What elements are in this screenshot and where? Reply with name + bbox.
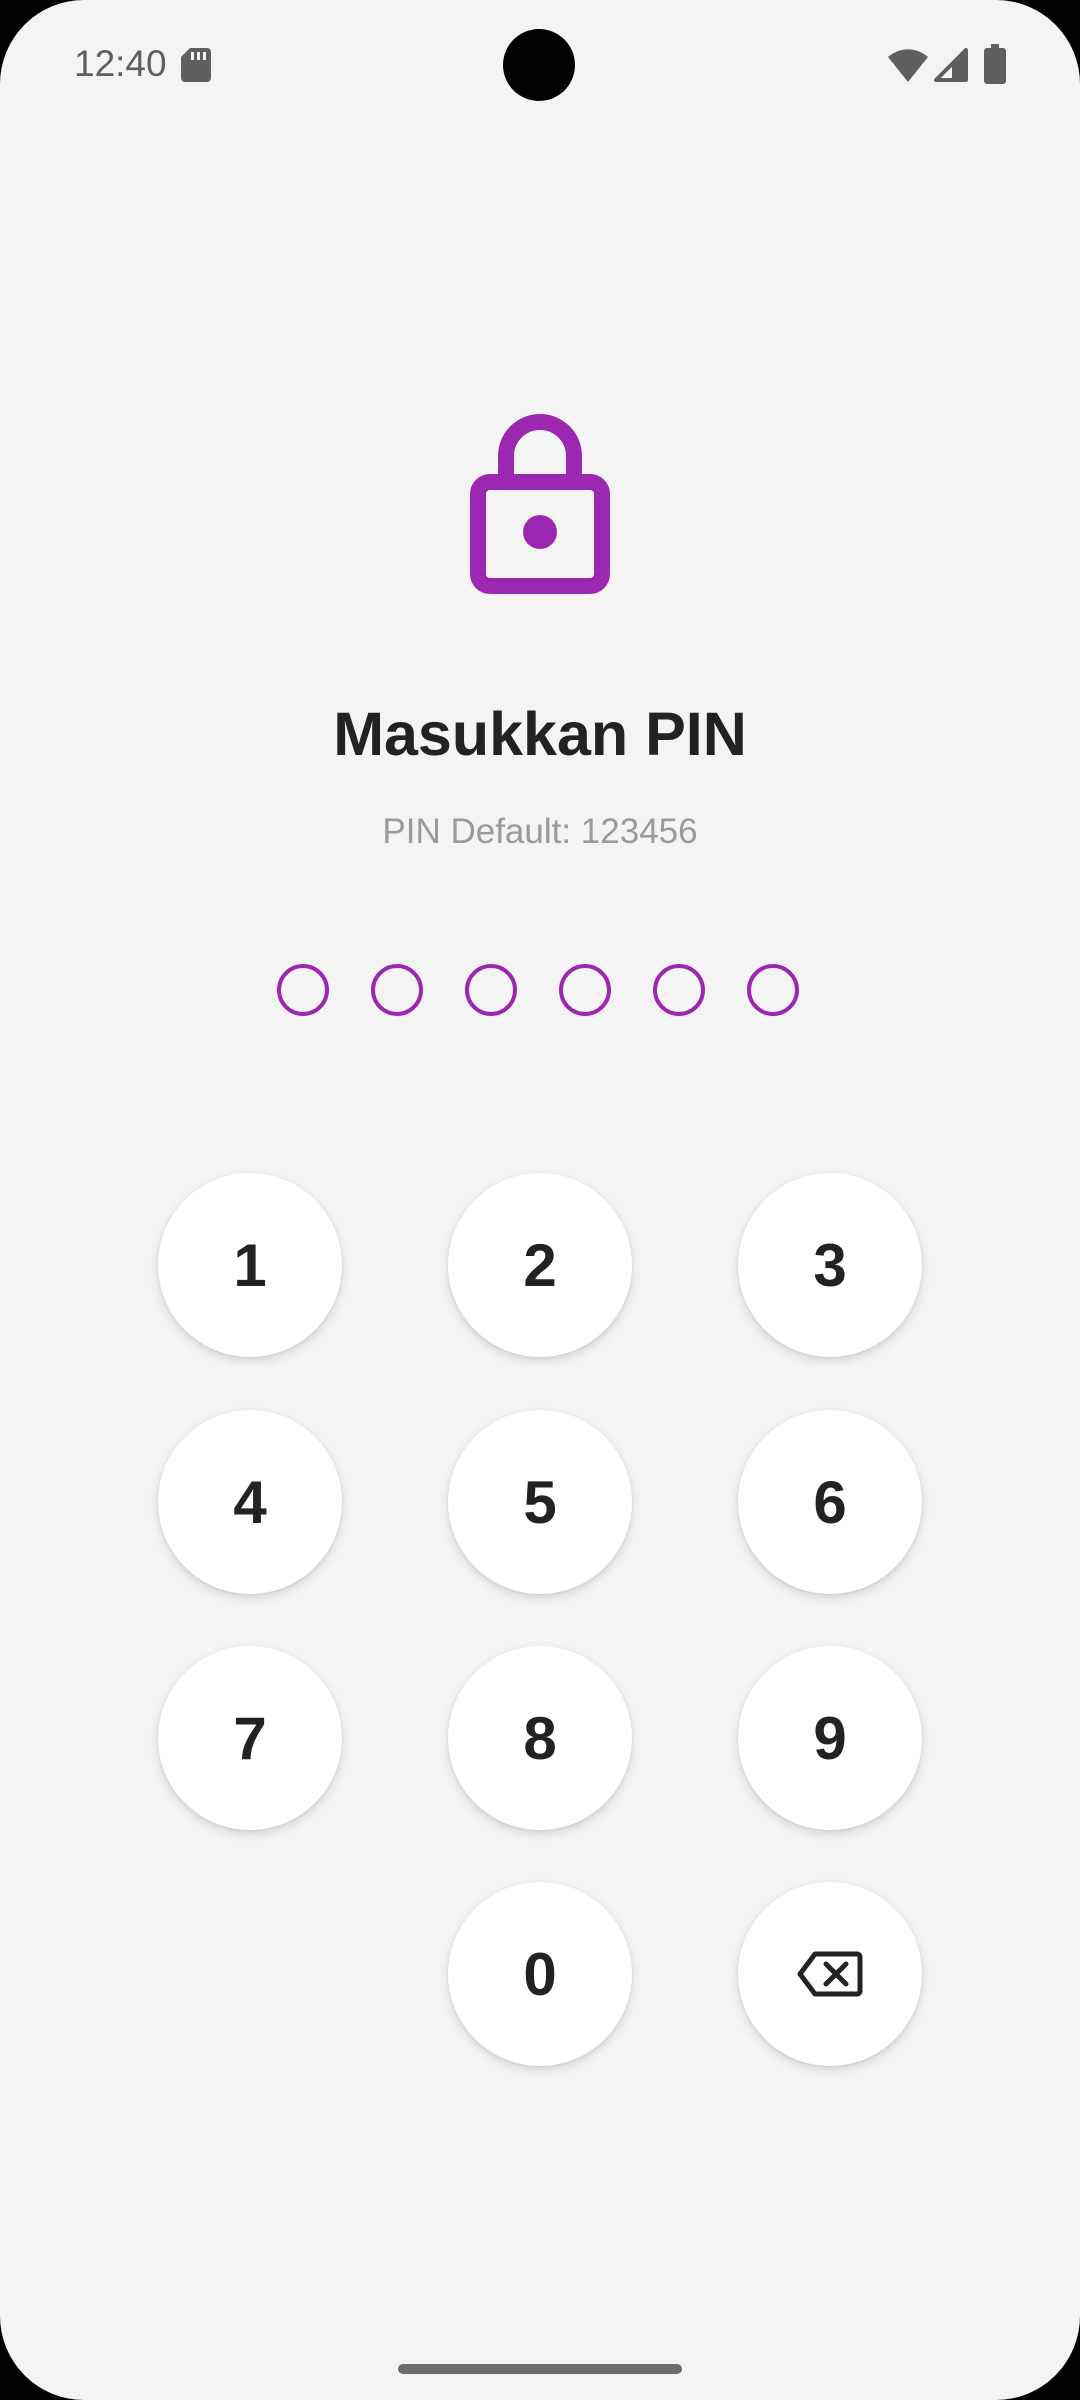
pin-dot-5	[653, 964, 705, 1016]
key-6[interactable]: 6	[738, 1410, 922, 1594]
keypad: 1 2 3 4 5 6 7 8 9 0	[0, 0, 1080, 2400]
nav-gesture-handle[interactable]	[398, 2364, 682, 2374]
pin-screen: 12:40 Masukkan PIN PIN Default: 123456 1…	[0, 0, 1080, 2400]
key-1[interactable]: 1	[158, 1173, 342, 1357]
page-title: Masukkan PIN	[333, 700, 747, 768]
pin-dot-1	[277, 964, 329, 1016]
status-time: 12:40	[74, 43, 167, 84]
sd-card-icon	[181, 48, 211, 82]
key-3[interactable]: 3	[738, 1173, 922, 1357]
wifi-icon	[888, 49, 928, 82]
pin-indicator	[277, 964, 803, 1016]
key-8[interactable]: 8	[448, 1646, 632, 1830]
backspace-button[interactable]	[738, 1882, 922, 2066]
key-7[interactable]: 7	[158, 1646, 342, 1830]
key-5[interactable]: 5	[448, 1410, 632, 1594]
pin-dot-2	[371, 964, 423, 1016]
key-0[interactable]: 0	[448, 1882, 632, 2066]
status-bar: 12:40	[0, 0, 1080, 130]
pin-dot-6	[747, 964, 799, 1016]
pin-dot-3	[465, 964, 517, 1016]
battery-icon	[984, 44, 1006, 84]
camera-cutout	[503, 29, 575, 101]
key-2[interactable]: 2	[448, 1173, 632, 1357]
backspace-icon	[797, 1951, 863, 1997]
key-9[interactable]: 9	[738, 1646, 922, 1830]
lock-icon	[470, 414, 610, 594]
pin-hint: PIN Default: 123456	[382, 812, 698, 851]
pin-dot-4	[559, 964, 611, 1016]
signal-icon	[934, 48, 968, 82]
key-4[interactable]: 4	[158, 1410, 342, 1594]
